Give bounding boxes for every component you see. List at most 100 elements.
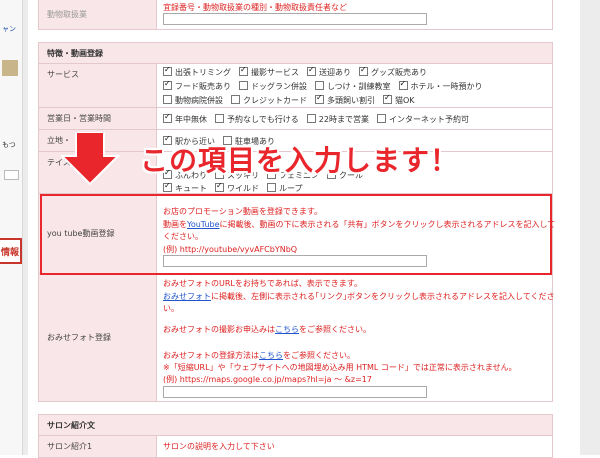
checkbox-unchecked[interactable] [215,114,224,123]
checkbox-option[interactable]: 22時まで営業 [306,114,369,125]
checkbox-label: グッズ販売あり [371,68,427,77]
omise-desc-line6: ※「短縮URL」や「ウェブサイトへの地図埋め込み用 HTML コード」では正常に… [163,363,517,372]
callout-text: この項目を入力します！ [140,144,460,177]
checkbox-option[interactable]: ワイルド [215,181,259,194]
checkbox-checked[interactable] [307,65,316,76]
omise-apply-link[interactable]: こちら [275,325,299,334]
checkbox-option[interactable]: しつけ・訓練教室 [315,81,391,92]
checkbox-option[interactable]: フード販売あり [163,79,231,92]
salon-intro-section-header: サロン紹介文 [38,414,553,436]
sidebar-thumbnail [2,60,18,76]
checkbox-checked[interactable] [215,181,224,192]
checkbox-checked[interactable] [383,93,392,104]
omise-howto-pre: おみせフォトの登録方法は [163,351,259,360]
animal-business-row: 動物取扱業 宜録番号・動物取扱業の種別・動物取扱責任者など [38,0,553,30]
checkbox-option[interactable]: インターネット予約可 [376,114,469,125]
checkbox-label: ホテル・一時預かり [410,82,483,91]
service-options-row2: フード販売あり ドッグラン併設 しつけ・訓練教室 ホテル・一時預かり [163,79,491,92]
omise-photo-label: おみせフォト登録 [39,274,157,401]
checkbox-option[interactable]: 多頭飼い割引 [315,93,375,106]
animal-business-input[interactable] [163,13,427,25]
omise-photo-row: おみせフォト登録 おみせフォトのURLをお持ちであれば、表示できます。 おみせフ… [38,274,555,402]
left-sidebar-strip: ャン もつ 情報 [0,0,23,455]
right-shadow-strip [580,0,600,455]
omise-desc-line3: い。 [163,304,179,313]
checkbox-label: 22時まで営業 [318,115,369,124]
checkbox-checked[interactable] [398,79,408,90]
checkbox-option[interactable]: 予約なしでも行ける [215,114,299,125]
service-options-row3: 動物病院併設 クレジットカード 多頭飼い割引 猫OK [163,93,423,106]
checkbox-option[interactable]: 撮影サービス [239,65,299,78]
checkbox-checked[interactable] [359,65,368,76]
omise-desc-line2: おみせフォトに掲載後、左側に表示される｢リンク｣ボタンをクリックし表示されるアド… [163,291,555,302]
checkbox-checked[interactable] [163,112,172,123]
checkbox-checked[interactable] [163,65,172,76]
checkbox-label: クレジットカード [243,96,307,105]
animal-business-label: 動物取扱業 [39,0,157,29]
checkbox-label: ループ [279,184,303,193]
taste-options-row2: キュート ワイルド ループ [163,181,311,194]
checkbox-option[interactable]: グッズ販売あり [359,65,427,78]
checkbox-option[interactable]: 猫OK [383,93,415,106]
sidebar-small-box [4,170,19,180]
checkbox-option[interactable]: 動物病院併設 [163,95,223,106]
checkbox-unchecked[interactable] [239,81,248,90]
checkbox-checked[interactable] [163,181,172,192]
red-down-arrow-icon [60,132,120,186]
checkbox-checked[interactable] [239,65,248,76]
hours-label: 営業日・営業時間 [39,108,157,129]
checkbox-label: 撮影サービス [251,68,299,77]
checkbox-checked[interactable] [315,93,324,104]
checkbox-option[interactable]: 年中無休 [163,112,207,125]
checkbox-label: 猫OK [395,96,415,105]
checkbox-option[interactable]: ループ [267,183,303,194]
omise-apply-pre: おみせフォトの撮影お申込みは [163,325,275,334]
checkbox-label: ワイルド [227,184,259,193]
service-row: サービス 出張トリミング 撮影サービス 送迎あり グッズ販売あり フード販売あり ドッグ… [38,64,553,108]
omise-howto-link[interactable]: こちら [259,351,283,360]
checkbox-option[interactable]: キュート [163,181,207,194]
omise-howto-post: をご参照ください。 [283,351,355,360]
checkbox-label: 年中無休 [175,115,207,124]
salon-intro-note: サロンの説明を入力して下さい [163,442,275,451]
checkbox-label: インターネット予約可 [388,115,469,124]
checkbox-unchecked[interactable] [163,95,172,104]
checkbox-label: 出張トリミング [175,68,231,77]
omise-desc-line1: おみせフォトのURLをお持ちであれば、表示できます。 [163,279,362,288]
omise-example: (例) https://maps.google.co.jp/maps?hl=ja… [163,375,372,384]
checkbox-option[interactable]: ホテル・一時預かり [398,79,483,92]
checkbox-unchecked[interactable] [267,183,276,192]
checkbox-label: 送迎あり [319,68,351,77]
checkbox-unchecked[interactable] [315,81,324,90]
checkbox-option[interactable]: 送迎あり [307,65,351,78]
animal-business-note: 宜録番号・動物取扱業の種別・動物取扱責任者など [163,3,347,12]
service-label: サービス [39,64,157,107]
checkbox-option[interactable]: クレジットカード [231,95,307,106]
checkbox-label: 予約なしでも行ける [227,115,299,124]
service-options-row1: 出張トリミング 撮影サービス 送迎あり グッズ販売あり [163,65,435,78]
omise-desc-line4: おみせフォトの撮影お申込みはこちらをご参照ください。 [163,324,371,335]
checkbox-unchecked[interactable] [231,95,240,104]
omise-photo-link[interactable]: おみせフォト [163,292,211,301]
highlight-box [40,194,552,275]
omise-desc-line5: おみせフォトの登録方法はこちらをご参照ください。 [163,350,355,361]
omise-apply-post: をご参照ください。 [299,325,371,334]
checkbox-unchecked[interactable] [306,114,316,123]
sidebar-mo-text: もつ [2,141,16,149]
features-section-header: 特徴・動画登録 [38,42,553,64]
checkbox-label: フード販売あり [175,82,231,91]
sidebar-info-tag[interactable]: 情報 [0,238,22,264]
hours-options: 年中無休 予約なしでも行ける 22時まで営業 インターネット予約可 [163,112,477,125]
salon-intro-label: サロン紹介1 [39,436,157,457]
omise-url-input[interactable] [163,386,427,398]
checkbox-label: 動物病院併設 [175,96,223,105]
checkbox-label: ドッグラン併設 [251,82,307,91]
checkbox-option[interactable]: ドッグラン併設 [239,81,307,92]
hours-row: 営業日・営業時間 年中無休 予約なしでも行ける 22時まで営業 インターネット予約可 [38,108,553,130]
omise-desc-post: に掲載後、左側に表示される｢リンク｣ボタンをクリックし表示されるアドレスを記入し… [211,292,555,301]
checkbox-unchecked[interactable] [376,114,386,123]
sidebar-link-text[interactable]: ャン [2,24,16,34]
checkbox-label: キュート [175,184,207,193]
checkbox-checked[interactable] [163,79,172,90]
checkbox-option[interactable]: 出張トリミング [163,65,231,78]
